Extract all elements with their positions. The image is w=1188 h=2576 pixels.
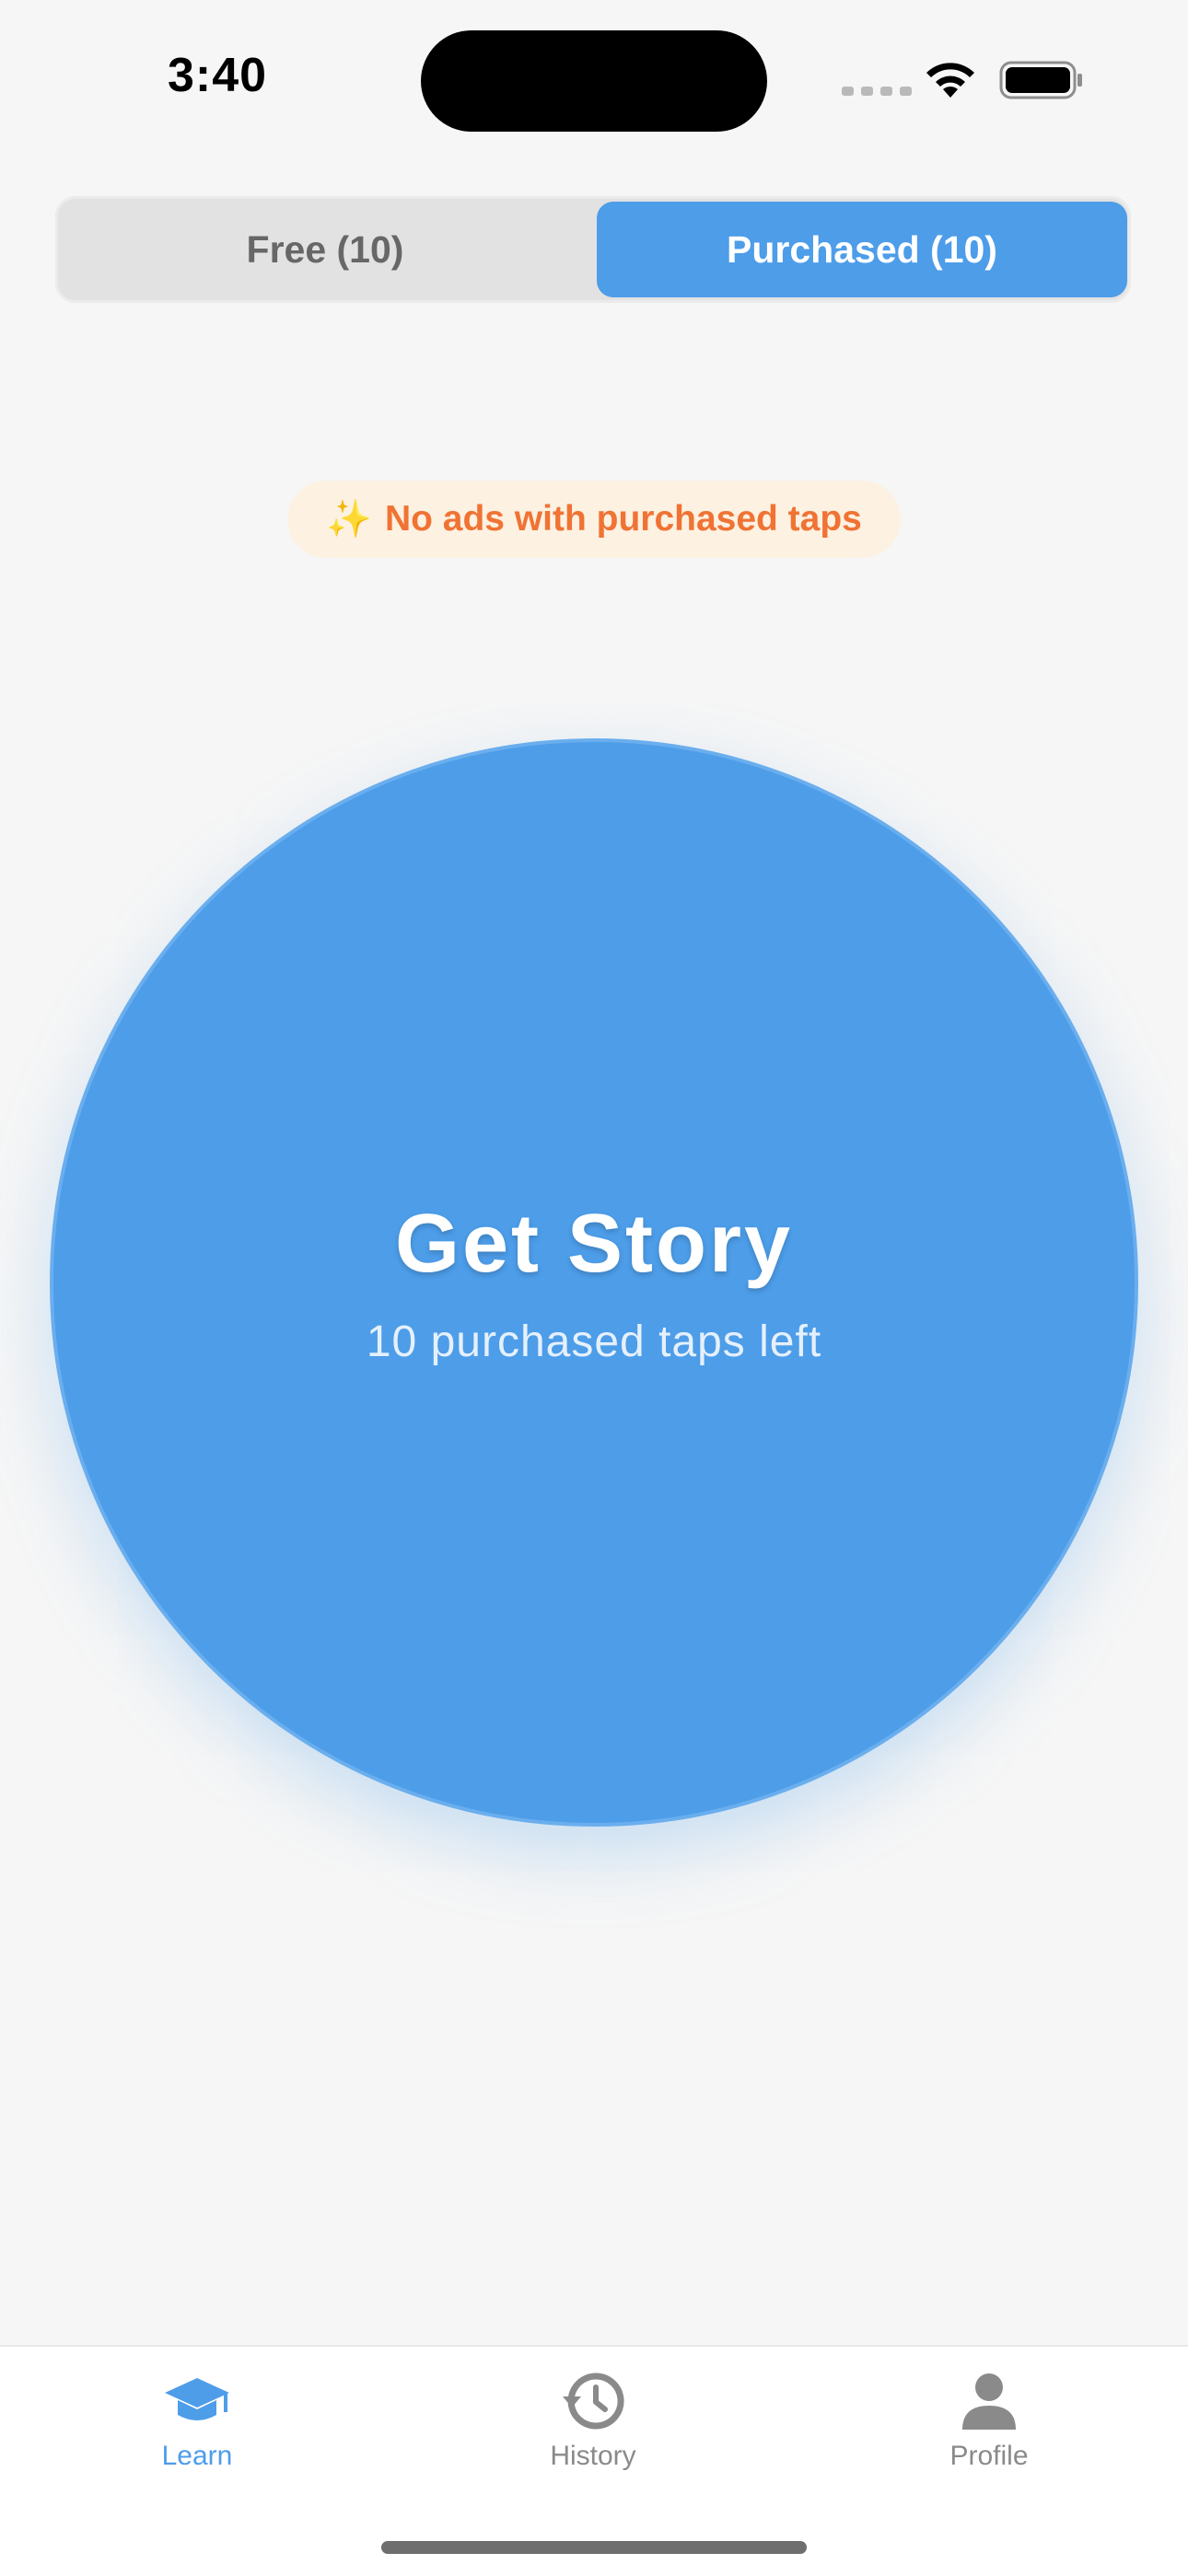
- notice-text: No ads with purchased taps: [384, 499, 862, 539]
- tab-history-label: History: [550, 2441, 636, 2471]
- segment-free[interactable]: Free (10): [55, 196, 595, 303]
- wifi-icon: [926, 63, 974, 98]
- tab-learn-label: Learn: [161, 2441, 233, 2471]
- tab-history[interactable]: History: [455, 2347, 731, 2494]
- cellular-signal-icon: [842, 87, 912, 96]
- no-ads-notice: ✨ No ads with purchased taps: [287, 481, 901, 558]
- home-indicator: [381, 2541, 807, 2554]
- status-time: 3:40: [168, 49, 268, 102]
- tab-profile[interactable]: Profile: [851, 2347, 1127, 2494]
- tab-profile-label: Profile: [949, 2441, 1029, 2471]
- tab-learn[interactable]: Learn: [59, 2347, 335, 2494]
- taps-left-subtitle: 10 purchased taps left: [366, 1317, 822, 1366]
- tap-type-segmented-control: Free (10) Purchased (10): [55, 196, 1131, 303]
- segment-purchased[interactable]: Purchased (10): [597, 202, 1127, 297]
- dynamic-island: [421, 30, 767, 132]
- person-icon: [962, 2373, 1016, 2430]
- sparkles-icon: ✨: [326, 499, 372, 540]
- history-clock-icon: [563, 2373, 624, 2430]
- graduation-cap-icon: [165, 2378, 229, 2420]
- battery-icon: [999, 61, 1082, 99]
- get-story-title: Get Story: [394, 1198, 794, 1290]
